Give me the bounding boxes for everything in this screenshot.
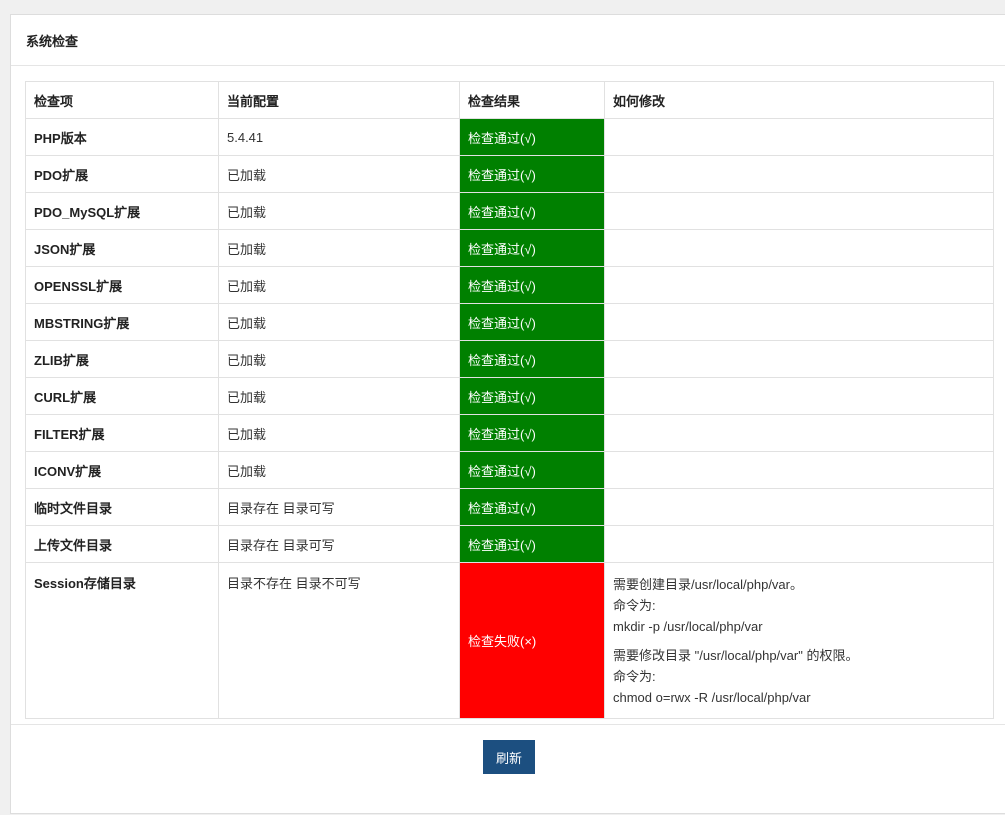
- current-config: 5.4.41: [218, 118, 460, 156]
- check-result-pass: 检查通过(√): [459, 192, 605, 230]
- table-row: CURL扩展 已加载 检查通过(√): [25, 377, 994, 415]
- table-row: 临时文件目录 目录存在 目录可写 检查通过(√): [25, 488, 994, 526]
- fix-text: 命令为:: [613, 668, 656, 684]
- table-row: FILTER扩展 已加载 检查通过(√): [25, 414, 994, 452]
- table-row: JSON扩展 已加载 检查通过(√): [25, 229, 994, 267]
- how-to-fix: [604, 451, 994, 489]
- check-result-pass: 检查通过(√): [459, 340, 605, 378]
- table-row: PDO扩展 已加载 检查通过(√): [25, 155, 994, 193]
- current-config: 已加载: [218, 192, 460, 230]
- check-result-pass: 检查通过(√): [459, 266, 605, 304]
- check-item: JSON扩展: [25, 229, 219, 267]
- fix-text: 需要修改目录 "/usr/local/php/var" 的权限。: [613, 647, 859, 663]
- header-check-item: 检查项: [25, 81, 219, 119]
- check-result-pass: 检查通过(√): [459, 488, 605, 526]
- check-item: ZLIB扩展: [25, 340, 219, 378]
- current-config: 已加载: [218, 451, 460, 489]
- check-result-fail: 检查失败(×): [459, 562, 605, 719]
- check-item: 上传文件目录: [25, 525, 219, 563]
- current-config: 已加载: [218, 229, 460, 267]
- panel-body: 检查项 当前配置 检查结果 如何修改 PHP版本 5.4.41 检查通过(√) …: [11, 66, 1005, 719]
- current-config: 已加载: [218, 377, 460, 415]
- check-result-pass: 检查通过(√): [459, 303, 605, 341]
- how-to-fix: [604, 525, 994, 563]
- how-to-fix: [604, 192, 994, 230]
- check-item: PHP版本: [25, 118, 219, 156]
- fix-create-dir: 需要创建目录/usr/local/php/var。 命令为: mkdir -p …: [613, 574, 985, 637]
- how-to-fix: [604, 377, 994, 415]
- check-item: MBSTRING扩展: [25, 303, 219, 341]
- current-config: 已加载: [218, 414, 460, 452]
- table-row: ICONV扩展 已加载 检查通过(√): [25, 451, 994, 489]
- header-check-result: 检查结果: [459, 81, 605, 119]
- panel-footer: 刷新: [11, 724, 1005, 815]
- check-result-pass: 检查通过(√): [459, 414, 605, 452]
- current-config: 已加载: [218, 266, 460, 304]
- how-to-fix: [604, 155, 994, 193]
- fix-chmod-dir: 需要修改目录 "/usr/local/php/var" 的权限。 命令为: ch…: [613, 645, 985, 708]
- fix-text: 需要创建目录/usr/local/php/var。: [613, 576, 803, 592]
- check-result-pass: 检查通过(√): [459, 525, 605, 563]
- table-row: PDO_MySQL扩展 已加载 检查通过(√): [25, 192, 994, 230]
- check-result-pass: 检查通过(√): [459, 118, 605, 156]
- check-item: PDO_MySQL扩展: [25, 192, 219, 230]
- check-result-pass: 检查通过(√): [459, 155, 605, 193]
- current-config: 目录存在 目录可写: [218, 488, 460, 526]
- table-row: ZLIB扩展 已加载 检查通过(√): [25, 340, 994, 378]
- fix-text: 命令为:: [613, 597, 656, 613]
- check-result-pass: 检查通过(√): [459, 451, 605, 489]
- current-config: 已加载: [218, 155, 460, 193]
- table-row: 上传文件目录 目录存在 目录可写 检查通过(√): [25, 525, 994, 563]
- how-to-fix: [604, 266, 994, 304]
- table-row: MBSTRING扩展 已加载 检查通过(√): [25, 303, 994, 341]
- fix-command: chmod o=rwx -R /usr/local/php/var: [613, 689, 811, 705]
- how-to-fix: [604, 303, 994, 341]
- header-how-to-fix: 如何修改: [604, 81, 994, 119]
- check-item: ICONV扩展: [25, 451, 219, 489]
- current-config: 已加载: [218, 340, 460, 378]
- check-item: CURL扩展: [25, 377, 219, 415]
- how-to-fix: [604, 414, 994, 452]
- table-row-session: Session存储目录 目录不存在 目录不可写 检查失败(×) 需要创建目录/u…: [25, 562, 994, 719]
- check-item: OPENSSL扩展: [25, 266, 219, 304]
- check-result-pass: 检查通过(√): [459, 229, 605, 267]
- how-to-fix: [604, 229, 994, 267]
- refresh-button[interactable]: 刷新: [483, 740, 535, 774]
- system-check-panel: 系统检查 检查项 当前配置 检查结果 如何修改 PHP版本 5.4.41 检查通…: [10, 14, 1005, 814]
- fix-command: mkdir -p /usr/local/php/var: [613, 618, 763, 634]
- check-table: 检查项 当前配置 检查结果 如何修改 PHP版本 5.4.41 检查通过(√) …: [25, 81, 994, 719]
- panel-title: 系统检查: [11, 15, 1005, 66]
- check-item: Session存储目录: [25, 562, 219, 719]
- check-item: FILTER扩展: [25, 414, 219, 452]
- how-to-fix: [604, 340, 994, 378]
- check-item: 临时文件目录: [25, 488, 219, 526]
- header-current-config: 当前配置: [218, 81, 460, 119]
- how-to-fix: 需要创建目录/usr/local/php/var。 命令为: mkdir -p …: [604, 562, 994, 719]
- table-header-row: 检查项 当前配置 检查结果 如何修改: [25, 81, 994, 119]
- table-row: PHP版本 5.4.41 检查通过(√): [25, 118, 994, 156]
- check-item: PDO扩展: [25, 155, 219, 193]
- table-row: OPENSSL扩展 已加载 检查通过(√): [25, 266, 994, 304]
- current-config: 已加载: [218, 303, 460, 341]
- how-to-fix: [604, 488, 994, 526]
- current-config: 目录不存在 目录不可写: [218, 562, 460, 719]
- check-result-pass: 检查通过(√): [459, 377, 605, 415]
- current-config: 目录存在 目录可写: [218, 525, 460, 563]
- how-to-fix: [604, 118, 994, 156]
